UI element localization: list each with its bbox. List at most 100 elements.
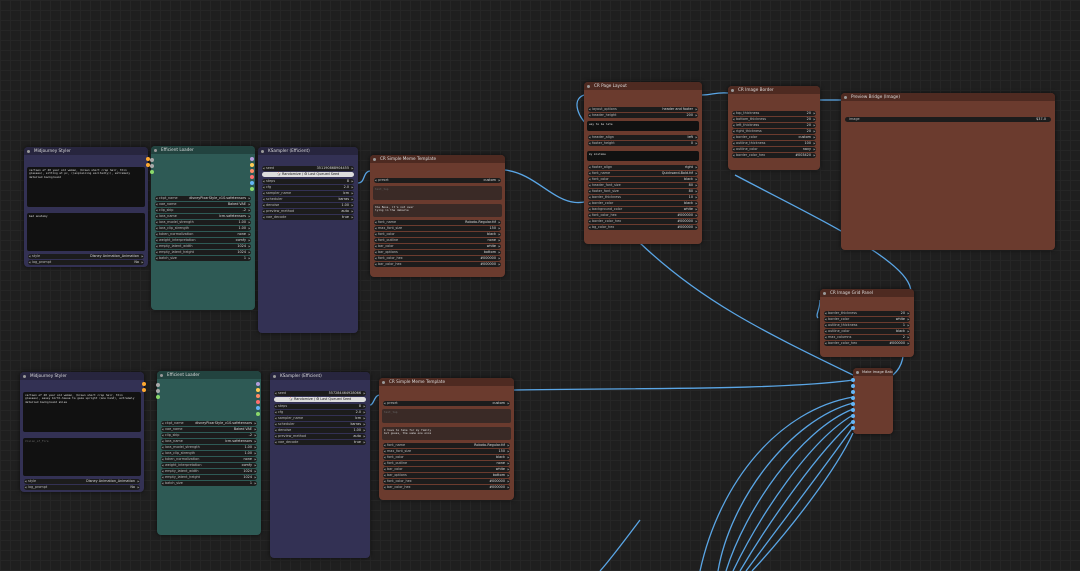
widget-row[interactable]: ckpt_name disneyPixarStyle_v10.safetensor… <box>161 421 257 426</box>
widget-row[interactable]: bar_color white <box>374 244 501 249</box>
efficient-loader-node-2[interactable]: Efficient Loader ckpt_name disneyPixarSty… <box>157 371 261 535</box>
widget-row[interactable]: font_outline none <box>374 238 501 243</box>
widget-row[interactable]: font_name Quicksand-Bold.ttf <box>588 171 698 176</box>
input-port[interactable] <box>851 384 855 388</box>
widget-row[interactable]: header_height 200 <box>588 113 698 118</box>
widget-row[interactable]: border_color black <box>588 201 698 206</box>
port[interactable] <box>256 400 260 404</box>
widget-row[interactable]: preview_method auto <box>262 209 354 214</box>
port[interactable] <box>250 157 254 161</box>
widget-row[interactable]: token_normalization none <box>155 232 251 237</box>
widget-row[interactable]: header_font_size 80 <box>588 183 698 188</box>
node-title[interactable]: KSampler (Efficient) <box>258 147 358 155</box>
input-port[interactable] <box>851 378 855 382</box>
midjourney-styler-node-1[interactable]: Midjourney Styler cartoon of 40 year old… <box>24 147 148 267</box>
input-port[interactable] <box>851 420 855 424</box>
port[interactable] <box>256 406 260 410</box>
preview-bridge-node[interactable]: Preview Bridge (Image) image $37-0 <box>841 93 1055 250</box>
text-top-textarea[interactable]: text_top <box>373 186 502 200</box>
widget-row[interactable]: footer_font_size 80 <box>588 189 698 194</box>
widget-row[interactable]: bar_color_hex #000000 <box>383 485 510 490</box>
widget-row[interactable]: vae_name Baked VAE <box>155 202 251 207</box>
port[interactable] <box>250 175 254 179</box>
node-title[interactable]: Midjourney Styler <box>20 372 144 380</box>
node-title[interactable]: CR Page Layout <box>584 82 702 90</box>
preset-select[interactable]: presetcustom <box>374 178 501 183</box>
widget-row[interactable]: steps 8 <box>262 179 354 184</box>
widget-row[interactable]: cfg 2.0 <box>274 410 366 415</box>
seed-input[interactable]: seed351190868904455 <box>262 166 354 171</box>
widget-row[interactable]: border_color_hex #000000 <box>588 219 698 224</box>
input-port[interactable] <box>851 426 855 430</box>
widget-row[interactable]: lora_model_strength 1.00 <box>155 220 251 225</box>
text-bottom-textarea[interactable]: the Boss, it's not over lying in the deb… <box>373 204 502 217</box>
widget-row[interactable]: font_color_hex #000000 <box>383 479 510 484</box>
node-title[interactable]: Efficient Loader <box>151 146 255 154</box>
style-select[interactable]: styleDisney Animation_Animation <box>24 479 140 484</box>
widget-row[interactable]: border_color_hex #000000 <box>824 341 910 346</box>
image-border-node[interactable]: CR Image Border top_thickness20bottom_th… <box>728 86 820 170</box>
widget-row[interactable]: max_font_size 150 <box>374 226 501 231</box>
widget-row[interactable]: footer_height 0 <box>588 141 698 146</box>
widget-row[interactable]: bar_color_hex #000000 <box>374 262 501 267</box>
input-port[interactable] <box>150 170 154 174</box>
input-port[interactable] <box>150 158 154 162</box>
widget-row[interactable]: batch_size 1 <box>161 481 257 486</box>
port[interactable] <box>256 394 260 398</box>
widget-row[interactable]: empty_latent_height 1024 <box>161 475 257 480</box>
widget-row[interactable]: font_color black <box>588 177 698 182</box>
page-layout-node[interactable]: CR Page Layout layout_options header and … <box>584 82 702 244</box>
widget-row[interactable]: font_color black <box>383 455 510 460</box>
widget-row[interactable]: scheduler karras <box>274 422 366 427</box>
widget-row[interactable]: font_color_hex #000000 <box>588 213 698 218</box>
meme-template-node-1[interactable]: CR Simple Meme Template presetcustom tex… <box>370 155 505 277</box>
widget-row[interactable]: footer_align right <box>588 165 698 170</box>
widget-row[interactable]: cfg 2.0 <box>262 185 354 190</box>
widget-row[interactable]: weight_interpretation comfy <box>155 238 251 243</box>
widget-row[interactable]: background_color white <box>588 207 698 212</box>
widget-row[interactable]: bg_color_hex #000000 <box>588 225 698 230</box>
port[interactable] <box>250 181 254 185</box>
port[interactable] <box>250 169 254 173</box>
positive-prompt-textarea[interactable]: cartoon of 40 year old woman, (brown sho… <box>23 392 141 432</box>
widget-row[interactable]: lora_model_strength 1.00 <box>161 445 257 450</box>
node-title[interactable]: CR Simple Meme Template <box>370 155 505 163</box>
efficient-loader-node-1[interactable]: Efficient Loader ckpt_name disneyPixarSty… <box>151 146 255 310</box>
widget-row[interactable]: font_name Roboto-Regular.ttf <box>374 220 501 225</box>
widget-row[interactable]: clip_skip -2 <box>155 208 251 213</box>
widget-row[interactable]: batch_size 1 <box>155 256 251 261</box>
input-port[interactable] <box>851 396 855 400</box>
output-port[interactable] <box>142 388 146 392</box>
node-title[interactable]: Efficient Loader <box>157 371 261 379</box>
input-port[interactable] <box>851 414 855 418</box>
input-port[interactable] <box>150 164 154 168</box>
meme-template-node-2[interactable]: CR Simple Meme Template presetcustom tex… <box>379 378 514 500</box>
footer-text-textarea[interactable]: my mistake <box>587 151 699 161</box>
widget-row[interactable]: lora_name lcm.safetensors <box>155 214 251 219</box>
widget-row[interactable]: bar_options bottom <box>374 250 501 255</box>
widget-row[interactable]: empty_latent_height 1024 <box>155 250 251 255</box>
widget-row[interactable]: preview_method auto <box>274 434 366 439</box>
widget-row[interactable]: vae_decode true <box>262 215 354 220</box>
port[interactable] <box>250 163 254 167</box>
node-title[interactable]: Preview Bridge (Image) <box>841 93 1055 101</box>
widget-row[interactable]: empty_latent_width 1024 <box>161 469 257 474</box>
widget-row[interactable]: scheduler karras <box>262 197 354 202</box>
widget-row[interactable]: lora_name lcm.safetensors <box>161 439 257 444</box>
widget-row[interactable]: bottom_thickness 20 <box>732 117 816 122</box>
widget-row[interactable]: vae_name Baked VAE <box>161 427 257 432</box>
widget-row[interactable]: border_color custom <box>732 135 816 140</box>
widget-row[interactable]: ckpt_name disneyPixarStyle_v10.safetensor… <box>155 196 251 201</box>
widget-row[interactable]: sampler_name lcm <box>274 416 366 421</box>
node-title[interactable]: Make Image Batch <box>853 368 893 376</box>
port[interactable] <box>250 187 254 191</box>
widget-row[interactable]: left_thickness 20 <box>732 123 816 128</box>
node-title[interactable]: KSampler (Efficient) <box>270 372 370 380</box>
input-port[interactable] <box>156 395 160 399</box>
randomize-seed-button[interactable]: 🎲 Randomize / ♻ Last Queued Seed <box>262 172 354 177</box>
text-top-textarea[interactable]: text_top <box>382 409 511 423</box>
widget-row[interactable]: weight_interpretation comfy <box>161 463 257 468</box>
widget-row[interactable]: bar_color white <box>383 467 510 472</box>
port[interactable] <box>256 382 260 386</box>
widget-row[interactable]: font_color black <box>374 232 501 237</box>
